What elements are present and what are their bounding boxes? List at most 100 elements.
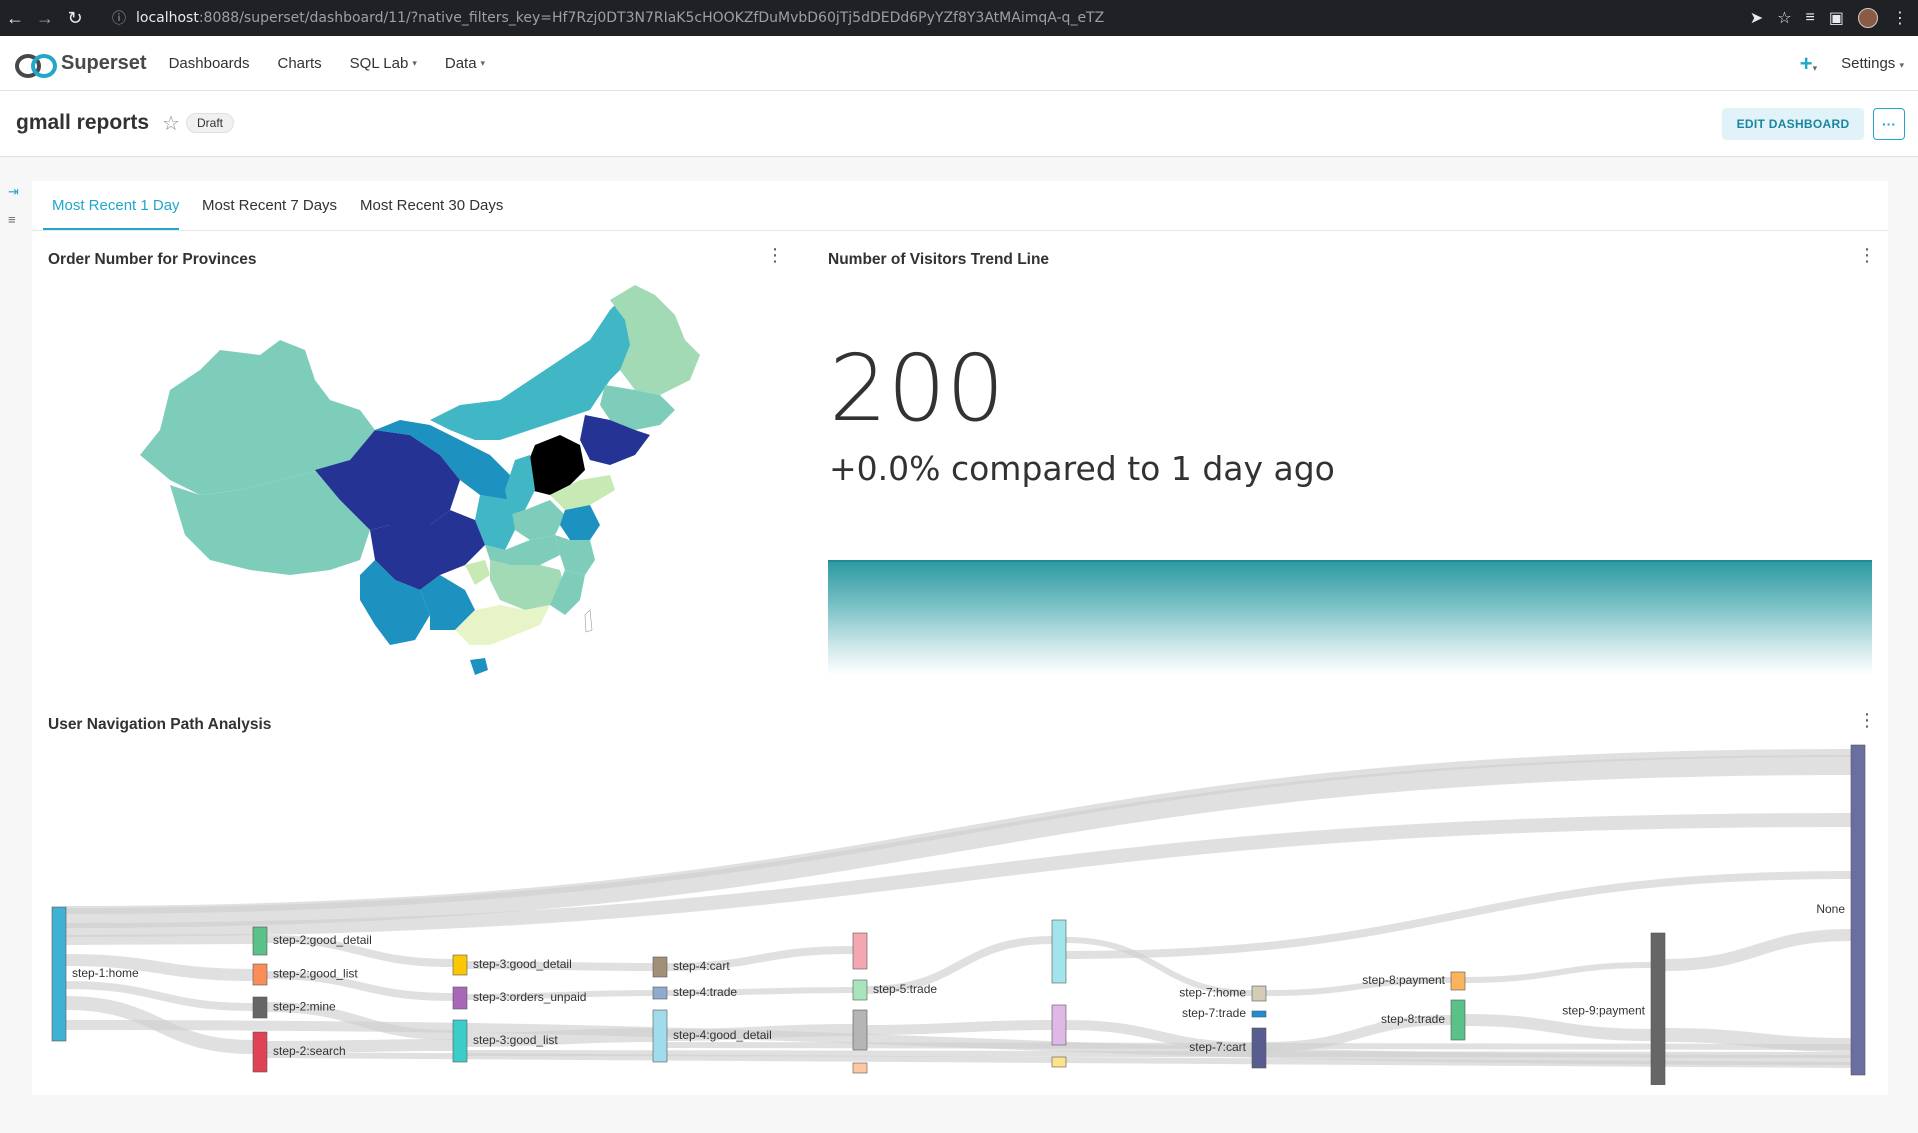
sankey-node-bar[interactable]: [252, 1031, 268, 1073]
superset-logo[interactable]: Superset: [15, 52, 147, 78]
sankey-node-bar[interactable]: [1450, 999, 1466, 1041]
map-chart-title: Order Number for Provinces: [48, 251, 257, 268]
reload-icon[interactable]: ↻: [60, 0, 90, 36]
url-host: localhost: [136, 10, 199, 26]
sankey-node-bar[interactable]: [452, 986, 468, 1010]
sankey-node-bar[interactable]: [252, 926, 268, 956]
sankey-link: [866, 1020, 1053, 1035]
forward-icon[interactable]: →: [30, 0, 60, 36]
region-anhui-zhejiang: [555, 535, 595, 575]
dashboard-tabs: Most Recent 1 Day Most Recent 7 Days Mos…: [32, 181, 1888, 231]
sankey-link: [1664, 929, 1852, 971]
sankey-node-bar[interactable]: [452, 954, 468, 976]
info-icon: ⓘ: [112, 11, 126, 27]
caret-down-icon: ▾: [1812, 62, 1818, 73]
sankey-node-bar[interactable]: [252, 963, 268, 986]
sankey-node-label: step-9:payment: [1562, 1004, 1645, 1018]
new-menu[interactable]: +▾: [1800, 51, 1817, 77]
sankey-node-bar[interactable]: [1051, 1004, 1067, 1046]
tab-most-recent-7-days[interactable]: Most Recent 7 Days: [202, 197, 337, 214]
sankey-node-bar[interactable]: [1051, 1056, 1067, 1068]
sankey-node-label: step-2:good_detail: [273, 933, 372, 947]
active-tab-indicator: [43, 228, 179, 230]
tab-most-recent-1-day[interactable]: Most Recent 1 Day: [52, 197, 180, 214]
nav-charts[interactable]: Charts: [277, 55, 321, 72]
region-taiwan: [584, 609, 593, 633]
reading-list-icon[interactable]: ≡: [1806, 9, 1815, 27]
sankey-node-bar[interactable]: [652, 986, 668, 1000]
sankey-node-label: None: [1816, 902, 1845, 916]
sankey-node-label: step-7:trade: [1182, 1006, 1246, 1020]
caret-down-icon: ▾: [412, 57, 417, 68]
sankey-node-label: step-4:cart: [673, 959, 730, 973]
sankey-node-bar[interactable]: [1450, 971, 1466, 991]
profile-avatar[interactable]: [1858, 8, 1878, 28]
sankey-node-bar[interactable]: [51, 906, 67, 1042]
sankey-node-label: step-5:trade: [873, 982, 937, 996]
big-number-value: 200: [829, 335, 1005, 442]
sankey-node-label: step-4:trade: [673, 985, 737, 999]
sankey-node-bar[interactable]: [1251, 1027, 1267, 1069]
region-hainan: [470, 658, 488, 675]
sankey-link: [1464, 962, 1652, 983]
favorite-star-icon[interactable]: ☆: [162, 111, 180, 136]
region-chongqing: [465, 560, 490, 585]
sankey-node-label: step-8:payment: [1362, 973, 1445, 987]
status-badge[interactable]: Draft: [186, 113, 235, 133]
sankey-link: [1664, 1028, 1852, 1052]
region-jiangsu: [560, 505, 600, 540]
sankey-node-bar[interactable]: [252, 996, 268, 1019]
expand-filters-icon[interactable]: ⇥: [8, 184, 19, 200]
nav-label: Dashboards: [168, 54, 250, 72]
url-path: :8088/superset/dashboard/11/?native_filt…: [198, 10, 1105, 26]
nav-sql-lab[interactable]: SQL Lab ▾: [350, 55, 417, 72]
sankey-node-label: step-3:good_detail: [473, 957, 572, 971]
sankey-node-bar[interactable]: [452, 1019, 468, 1063]
dashboard-title[interactable]: gmall reports: [16, 111, 149, 135]
bignum-chart-menu-icon[interactable]: ⋮: [1858, 246, 1876, 264]
nav-dashboards[interactable]: Dashboards: [169, 55, 250, 72]
sankey-node-bar[interactable]: [852, 1062, 868, 1074]
sankey-node-bar[interactable]: [652, 956, 668, 978]
map-chart-menu-icon[interactable]: ⋮: [766, 246, 784, 264]
sankey-link: [466, 1050, 1852, 1058]
bookmark-star-icon[interactable]: ☆: [1777, 8, 1791, 28]
send-icon[interactable]: ➤: [1750, 8, 1763, 28]
trend-line-area: [828, 560, 1872, 675]
nav-label: Data: [444, 54, 477, 72]
sankey-node-bar[interactable]: [852, 979, 868, 1001]
sankey-node-label: step-2:mine: [273, 1000, 336, 1014]
back-icon[interactable]: ←: [0, 0, 30, 36]
tab-most-recent-30-days[interactable]: Most Recent 30 Days: [360, 197, 503, 214]
browser-menu-icon[interactable]: ⋮: [1892, 8, 1908, 28]
settings-menu[interactable]: Settings ▾: [1841, 55, 1904, 72]
edit-dashboard-button[interactable]: EDIT DASHBOARD: [1722, 108, 1864, 140]
nav-data[interactable]: Data ▾: [445, 55, 485, 72]
sankey-node-label: step-2:good_list: [273, 967, 358, 981]
filter-sidebar-toggle: ⇥ ≡: [8, 184, 19, 239]
dashboard-header: gmall reports ☆ Draft EDIT DASHBOARD ···: [0, 91, 1918, 157]
big-number-subheader: +0.0% compared to 1 day ago: [829, 449, 1335, 488]
settings-label: Settings: [1841, 55, 1896, 72]
more-options-button[interactable]: ···: [1873, 108, 1905, 140]
sankey-chart-title: User Navigation Path Analysis: [48, 716, 272, 733]
side-panel-icon[interactable]: ▣: [1829, 8, 1844, 28]
sankey-node-bar[interactable]: [1251, 985, 1267, 1002]
sankey-node-label: step-7:home: [1179, 986, 1246, 1000]
plus-icon: +: [1799, 50, 1813, 76]
sankey-node-bar[interactable]: [652, 1009, 668, 1063]
sankey-node-bar[interactable]: [1850, 744, 1866, 1076]
sankey-node-bar[interactable]: [852, 932, 868, 970]
sankey-node-bar[interactable]: [1650, 932, 1666, 1085]
sankey-chart: step-1:home step-2:good_detail step-2:good…: [51, 744, 1866, 1085]
sankey-chart-menu-icon[interactable]: ⋮: [1858, 711, 1876, 729]
address-bar[interactable]: ⓘ localhost:8088/superset/dashboard/11/?…: [112, 6, 1104, 30]
filter-icon[interactable]: ≡: [8, 212, 19, 227]
top-navigation: Superset Dashboards Charts SQL Lab ▾ Data…: [0, 36, 1918, 91]
sankey-node-bar[interactable]: [852, 1009, 868, 1051]
nav-label: Charts: [277, 54, 322, 72]
sankey-node-bar[interactable]: [1251, 1010, 1267, 1018]
sankey-node-label: step-7:cart: [1189, 1040, 1246, 1054]
sankey-node-bar[interactable]: [1051, 919, 1067, 984]
bignum-chart-title: Number of Visitors Trend Line: [828, 251, 1050, 268]
